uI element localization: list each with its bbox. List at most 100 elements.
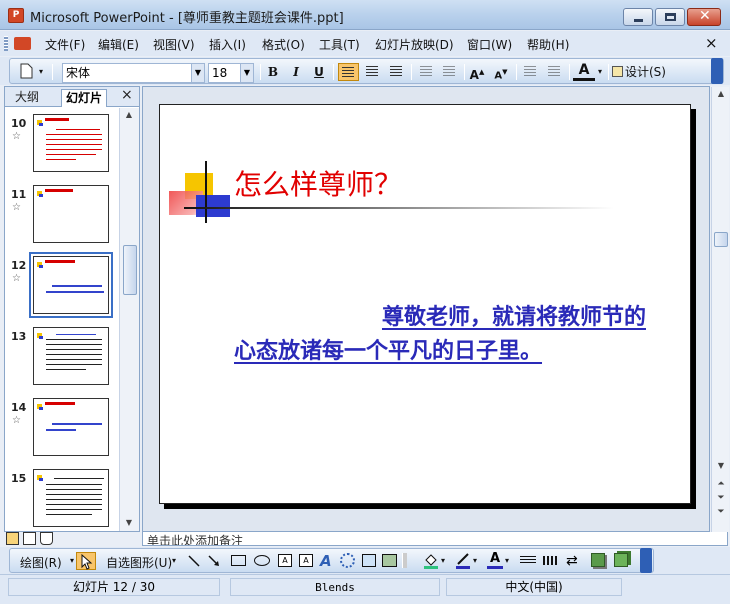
- chevron-down-icon[interactable]: ▼: [191, 64, 204, 82]
- chevron-down-icon[interactable]: ▼: [240, 64, 253, 82]
- align-right-button[interactable]: [386, 63, 406, 81]
- menu-edit[interactable]: 编辑(E): [98, 36, 139, 53]
- normal-view-icon[interactable]: [6, 532, 19, 545]
- tab-outline[interactable]: 大纲: [11, 89, 43, 107]
- arrow-style-icon[interactable]: ⇄: [566, 553, 578, 569]
- previous-slide-icon[interactable]: ⏶: [712, 479, 730, 489]
- notes-pane[interactable]: 单击此处添加备注: [142, 532, 728, 546]
- thumbnail-row[interactable]: 12 ☆: [5, 252, 119, 322]
- close-button[interactable]: ✕: [687, 8, 721, 26]
- chevron-down-icon[interactable]: ▾: [505, 556, 509, 565]
- thumbnail-row[interactable]: 11 ☆: [5, 185, 119, 251]
- draw-menu-button[interactable]: 绘图(R): [20, 554, 62, 571]
- bold-button[interactable]: B: [264, 63, 282, 81]
- oval-tool-icon[interactable]: [254, 555, 270, 566]
- diagram-icon[interactable]: [340, 553, 355, 568]
- chevron-down-icon[interactable]: ▾: [172, 556, 176, 565]
- decrease-font-size-icon[interactable]: A▼: [491, 63, 511, 81]
- thumbnail-row[interactable]: 15: [5, 469, 119, 531]
- chevron-down-icon[interactable]: ▾: [441, 556, 445, 565]
- slide-thumbnail-selected[interactable]: [29, 252, 113, 318]
- scroll-down-icon[interactable]: ▼: [120, 518, 138, 527]
- menu-file[interactable]: 文件(F): [45, 36, 85, 53]
- menu-slideshow[interactable]: 幻灯片放映(D): [375, 36, 454, 53]
- dash-style-icon[interactable]: [543, 556, 559, 565]
- slide-thumbnail[interactable]: [33, 185, 109, 243]
- status-design-name[interactable]: Blends: [230, 578, 440, 596]
- slide-body-text[interactable]: 尊敬老师，就请将教师节的 心态放诸每一个平凡的日子里。: [234, 300, 654, 368]
- new-document-icon[interactable]: [18, 63, 34, 81]
- scroll-up-icon[interactable]: ▲: [712, 89, 730, 98]
- font-color-button[interactable]: A: [573, 63, 595, 81]
- minimize-button[interactable]: [623, 8, 653, 26]
- next-slide-icon[interactable]: ⏷: [712, 507, 730, 517]
- menu-view[interactable]: 视图(V): [153, 36, 195, 53]
- italic-button[interactable]: I: [287, 63, 305, 81]
- slide-canvas[interactable]: 怎么样尊师？ 尊敬老师，就请将教师节的 心态放诸每一个平凡的日子里。: [159, 104, 691, 504]
- slide-scrollbar[interactable]: ▲ ▼ ⏶ ⏷ ⏷: [711, 87, 729, 533]
- toolbar-options-button[interactable]: [711, 58, 723, 84]
- slide-title[interactable]: 怎么样尊师？: [234, 163, 402, 203]
- powerpoint-icon[interactable]: P: [8, 8, 24, 23]
- chevron-down-icon[interactable]: ▾: [70, 556, 74, 565]
- design-button[interactable]: 设计(S): [612, 63, 672, 81]
- increase-font-size-icon[interactable]: A▲: [467, 63, 487, 82]
- arrow-tool-icon[interactable]: [208, 555, 220, 570]
- 3d-style-icon[interactable]: [614, 553, 628, 567]
- font-name-combo[interactable]: 宋体 ▼: [62, 63, 205, 83]
- scroll-up-icon[interactable]: ▲: [120, 110, 138, 119]
- menu-tools[interactable]: 工具(T): [319, 36, 360, 53]
- line-color-button[interactable]: [455, 552, 471, 570]
- slide-thumbnail[interactable]: [33, 114, 109, 172]
- tab-slides[interactable]: 幻灯片: [61, 89, 108, 107]
- document-close-icon[interactable]: ×: [705, 34, 718, 52]
- thumbnail-row[interactable]: 14 ☆: [5, 398, 119, 464]
- rectangle-tool-icon[interactable]: [231, 555, 246, 566]
- line-tool-icon[interactable]: [188, 555, 200, 570]
- autoshapes-menu-button[interactable]: 自选图形(U): [106, 554, 172, 571]
- slide-thumbnail[interactable]: [33, 398, 109, 456]
- fill-color-button[interactable]: [423, 552, 439, 570]
- clip-art-icon[interactable]: [362, 554, 376, 567]
- numbering-button[interactable]: [416, 63, 436, 81]
- increase-indent-button[interactable]: [544, 63, 564, 81]
- align-center-button[interactable]: [362, 63, 382, 81]
- toolbar-grip[interactable]: [4, 36, 8, 51]
- vertical-text-box-icon[interactable]: A: [299, 554, 313, 567]
- slideshow-view-icon[interactable]: [40, 532, 53, 545]
- scroll-down-icon[interactable]: ▼: [712, 461, 730, 470]
- slide-sorter-view-icon[interactable]: [23, 532, 36, 545]
- thumbnail-row[interactable]: 10 ☆: [5, 114, 119, 180]
- decrease-indent-button[interactable]: [520, 63, 540, 81]
- select-objects-button[interactable]: [76, 552, 96, 570]
- shadow-style-icon[interactable]: [591, 553, 605, 567]
- thumbnail-scrollbar[interactable]: ▲ ▼: [119, 108, 139, 531]
- underline-button[interactable]: U: [310, 63, 328, 81]
- menu-insert[interactable]: 插入(I): [209, 36, 246, 53]
- toolbar-options-button[interactable]: [640, 548, 652, 573]
- menu-format[interactable]: 格式(O): [262, 36, 305, 53]
- align-left-button[interactable]: [338, 63, 359, 81]
- slide-thumbnail[interactable]: [33, 469, 109, 527]
- line-style-icon[interactable]: [520, 556, 536, 565]
- bullets-button[interactable]: [439, 63, 459, 81]
- maximize-button[interactable]: [655, 8, 685, 26]
- wordart-icon[interactable]: A: [320, 552, 332, 570]
- thumbnail-row[interactable]: 13: [5, 327, 119, 393]
- menu-help[interactable]: 帮助(H): [527, 36, 569, 53]
- menu-window[interactable]: 窗口(W): [467, 36, 512, 53]
- font-color-icon[interactable]: A: [487, 551, 503, 569]
- font-color-dropdown-icon[interactable]: ▾: [595, 63, 605, 81]
- chevron-down-icon[interactable]: ▾: [473, 556, 477, 565]
- scrollbar-thumb[interactable]: [714, 232, 728, 247]
- next-slide-icon[interactable]: ⏷: [712, 493, 730, 503]
- insert-picture-icon[interactable]: [382, 554, 397, 567]
- new-dropdown-icon[interactable]: ▾: [36, 63, 46, 81]
- font-size-combo[interactable]: 18 ▼: [208, 63, 254, 83]
- scrollbar-thumb[interactable]: [123, 245, 137, 295]
- thumbnail-title: [45, 260, 75, 263]
- panel-close-icon[interactable]: ×: [121, 87, 133, 103]
- document-icon[interactable]: [14, 37, 31, 50]
- text-box-icon[interactable]: A: [278, 554, 292, 567]
- slide-thumbnail[interactable]: [33, 327, 109, 385]
